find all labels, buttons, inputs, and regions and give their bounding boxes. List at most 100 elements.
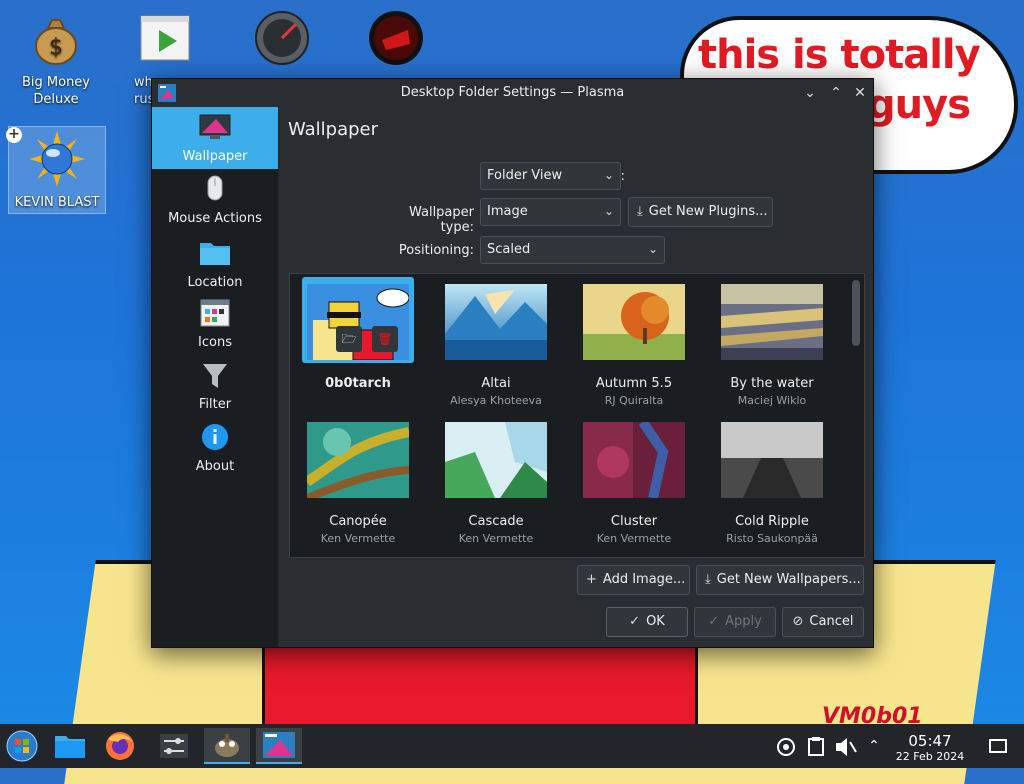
wallpaper-thumbnail <box>583 419 685 500</box>
checkmark-icon: ✓ <box>629 614 641 629</box>
get-new-plugins-label: Get New Plugins... <box>648 204 768 219</box>
wallpaper-author: Ken Vermette <box>596 532 672 545</box>
page-title: Wallpaper <box>288 119 379 140</box>
taskbar-desktop-settings[interactable] <box>256 728 302 764</box>
wallpaper-tile[interactable]: Cold Ripple Risto Saukonpää <box>712 412 832 548</box>
volume-muted-icon <box>836 738 857 756</box>
sidebar-item-icons[interactable]: Icons <box>152 293 278 355</box>
tray-network[interactable] <box>770 728 802 764</box>
ok-label: OK <box>646 614 665 629</box>
positioning-label: Positioning: <box>398 243 474 258</box>
sidebar-item-label: Wallpaper <box>182 149 248 164</box>
open-folder-button[interactable]: 🗁 <box>336 326 362 352</box>
wallpaper-grid[interactable]: 🗁 🗑 0b0tarch Altai Alesya Khoteeva Autum… <box>289 273 865 558</box>
tray-expand-icon[interactable]: ⌃ <box>862 728 886 764</box>
tray-volume[interactable] <box>830 728 860 764</box>
desktop-icon-gauge[interactable] <box>250 10 314 74</box>
folder-icon <box>55 736 85 758</box>
download-icon: ⤓ <box>637 204 643 219</box>
sidebar-item-location[interactable]: Location <box>152 231 278 293</box>
wallpaper-tile[interactable]: Cascade Ken Vermette <box>436 412 556 548</box>
desktop-icon-red-app[interactable] <box>364 10 428 74</box>
wallpaper-author: Risto Saukonpää <box>726 532 818 545</box>
wallpaper-thumbnail <box>721 422 823 498</box>
sidebar-item-about[interactable]: About <box>152 417 278 479</box>
layout-select-value: Folder View <box>487 168 563 183</box>
taskbar-firefox[interactable] <box>100 728 140 764</box>
settings-window: Desktop Folder Settings — Plasma ⌄ ⌃ ✕ W… <box>151 78 874 648</box>
start-menu-button[interactable] <box>2 728 42 764</box>
wallpaper-thumbnail <box>445 422 547 498</box>
wallpaper-tile[interactable]: By the water Maciej Wiklo <box>712 274 832 410</box>
wallpaper-tile[interactable]: Cluster Ken Vermette <box>574 412 694 548</box>
delete-button[interactable]: 🗑 <box>372 326 398 352</box>
show-desktop-button[interactable] <box>984 728 1012 764</box>
chevron-down-icon: ⌄ <box>603 168 614 182</box>
close-button[interactable]: ✕ <box>850 83 870 103</box>
wallpaper-thumbnail <box>721 284 823 360</box>
get-new-plugins-button[interactable]: ⤓ Get New Plugins... <box>628 197 773 227</box>
clock-time: 05:47 <box>908 732 952 750</box>
positioning-select-value: Scaled <box>487 242 531 257</box>
clipboard-icon <box>808 737 824 756</box>
wallpaper-name: Autumn 5.5 <box>595 376 673 391</box>
download-icon: ⤓ <box>705 572 711 587</box>
video-file-icon <box>140 15 190 61</box>
wallpaper-type-select[interactable]: Image ⌄ <box>480 198 621 226</box>
plasma-settings-icon <box>263 732 295 758</box>
money-bag-icon: $ <box>35 19 77 65</box>
mouse-icon <box>207 175 223 201</box>
wallpaper-tile[interactable]: Canopée Ken Vermette <box>298 412 418 548</box>
wallpaper-name: Altai <box>481 376 511 391</box>
chevron-down-icon: ⌄ <box>603 204 614 218</box>
desktop-icon-kevin-blast[interactable]: KEVIN BLAST <box>8 126 106 214</box>
get-new-wallpapers-label: Get New Wallpapers... <box>716 572 861 587</box>
add-image-button[interactable]: + Add Image... <box>577 565 690 595</box>
window-title: Desktop Folder Settings — Plasma <box>400 85 625 100</box>
taskbar: ⌃ <box>0 724 1024 768</box>
apply-button[interactable]: ✓ Apply <box>694 607 776 637</box>
wallpaper-name: Cascade <box>468 514 524 529</box>
settings-sidebar: Wallpaper Mouse Actions Location Icons F… <box>152 107 278 647</box>
folder-icon <box>200 243 230 265</box>
speedometer-icon <box>255 11 309 65</box>
positioning-select[interactable]: Scaled ⌄ <box>480 236 665 264</box>
minimize-button[interactable]: ⌄ <box>800 83 820 103</box>
clock[interactable]: 05:47 22 Feb 2024 <box>890 732 970 763</box>
sidebar-item-label: Icons <box>198 335 232 350</box>
wallpaper-author: Maciej Wiklo <box>737 394 807 407</box>
show-desktop-icon <box>989 739 1007 753</box>
plus-icon: + <box>586 572 597 587</box>
apply-label: Apply <box>725 614 762 629</box>
desktop-icon-label: KEVIN BLAST <box>14 195 100 210</box>
sidebar-item-wallpaper[interactable]: Wallpaper <box>152 107 278 169</box>
get-new-wallpapers-button[interactable]: ⤓ Get New Wallpapers... <box>696 565 864 595</box>
tray-clipboard[interactable] <box>802 728 830 764</box>
wallpaper-tile[interactable]: Autumn 5.5 RJ Quiralta <box>574 274 694 410</box>
wallpaper-thumbnail <box>445 284 547 360</box>
taskbar-gimp[interactable] <box>204 728 250 764</box>
taskbar-settings[interactable] <box>154 728 194 764</box>
wallpaper-red-shape <box>262 640 698 736</box>
wallpaper-tile[interactable]: 🗁 🗑 0b0tarch <box>298 274 418 410</box>
wallpaper-name: Cold Ripple <box>735 514 809 529</box>
maximize-button[interactable]: ⌃ <box>826 83 846 103</box>
window-titlebar[interactable]: Desktop Folder Settings — Plasma ⌄ ⌃ ✕ <box>152 79 873 108</box>
desktop-icon-big-money[interactable]: $ Big Money Deluxe <box>6 10 106 108</box>
sidebar-item-filter[interactable]: Filter <box>152 355 278 417</box>
wallpaper-author: Ken Vermette <box>458 532 534 545</box>
wallpaper-tile[interactable]: Altai Alesya Khoteeva <box>436 274 556 410</box>
sidebar-item-mouse-actions[interactable]: Mouse Actions <box>152 169 278 231</box>
gimp-icon <box>215 734 239 757</box>
sidebar-item-label: Location <box>187 275 243 290</box>
layout-select[interactable]: Folder View ⌄ <box>480 162 621 190</box>
grid-scrollbar[interactable] <box>852 280 860 346</box>
cancel-button[interactable]: ⊘ Cancel <box>782 607 864 637</box>
taskbar-file-manager[interactable] <box>50 728 90 764</box>
windows-orb-icon <box>6 730 38 762</box>
ok-button[interactable]: ✓ OK <box>606 607 688 637</box>
wallpaper-type-select-value: Image <box>487 204 528 219</box>
funnel-icon <box>203 364 227 388</box>
info-icon <box>202 424 228 450</box>
wallpaper-thumbnail <box>583 284 685 360</box>
